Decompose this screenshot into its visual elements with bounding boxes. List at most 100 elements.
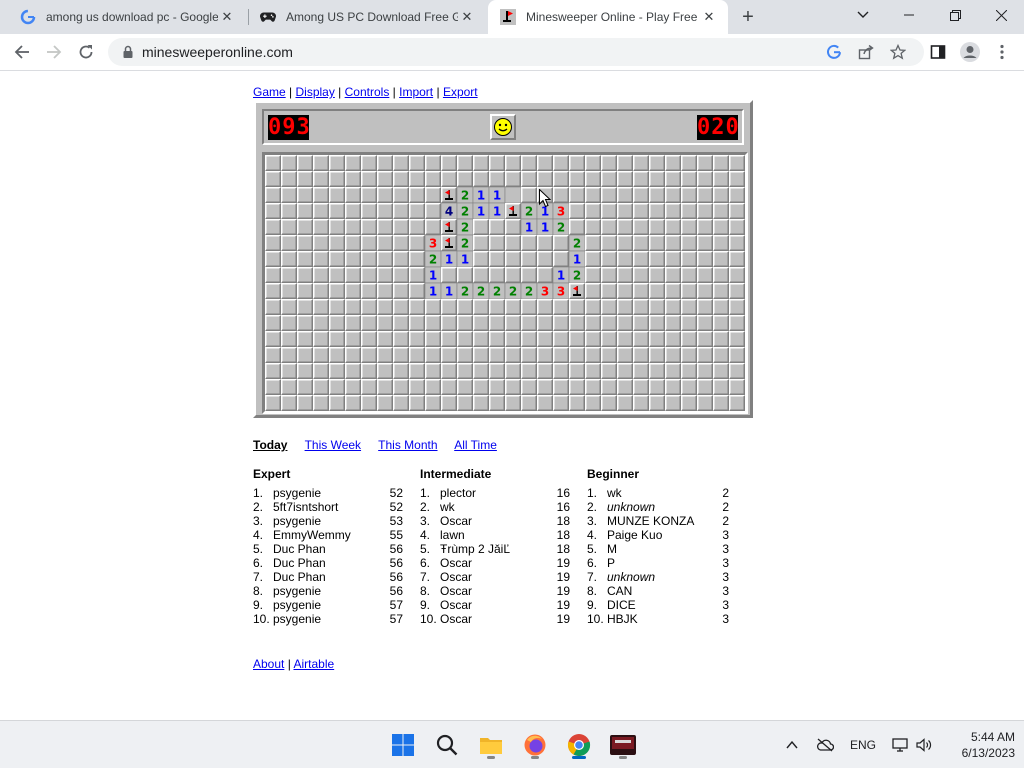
unrevealed-cell[interactable] — [505, 395, 521, 411]
unrevealed-cell[interactable] — [601, 267, 617, 283]
unrevealed-cell[interactable] — [585, 283, 601, 299]
unrevealed-cell[interactable] — [729, 363, 745, 379]
unrevealed-cell[interactable] — [345, 379, 361, 395]
unrevealed-cell[interactable] — [553, 395, 569, 411]
tab-minesweeper[interactable]: Minesweeper Online - Play Free Online ✕ — [488, 0, 728, 34]
unrevealed-cell[interactable] — [313, 283, 329, 299]
unrevealed-cell[interactable] — [601, 235, 617, 251]
google-translate-icon[interactable] — [826, 44, 842, 60]
unrevealed-cell[interactable] — [313, 203, 329, 219]
unrevealed-cell[interactable] — [521, 363, 537, 379]
start-button[interactable] — [387, 729, 419, 761]
unrevealed-cell[interactable] — [697, 171, 713, 187]
unrevealed-cell[interactable] — [681, 251, 697, 267]
revealed-cell[interactable]: 1 — [424, 282, 442, 300]
unrevealed-cell[interactable] — [345, 171, 361, 187]
unrevealed-cell[interactable] — [393, 171, 409, 187]
unrevealed-cell[interactable] — [713, 315, 729, 331]
unrevealed-cell[interactable] — [569, 171, 585, 187]
unrevealed-cell[interactable] — [649, 187, 665, 203]
revealed-cell[interactable]: 1 — [472, 186, 490, 204]
unrevealed-cell[interactable] — [489, 395, 505, 411]
unrevealed-cell[interactable] — [729, 395, 745, 411]
unrevealed-cell[interactable] — [441, 395, 457, 411]
unrevealed-cell[interactable] — [265, 235, 281, 251]
unrevealed-cell[interactable] — [409, 395, 425, 411]
unrevealed-cell[interactable] — [681, 299, 697, 315]
period-this-month[interactable]: This Month — [378, 438, 437, 452]
unrevealed-cell[interactable] — [729, 251, 745, 267]
restore-button[interactable] — [932, 0, 978, 30]
unrevealed-cell[interactable] — [665, 315, 681, 331]
unrevealed-cell[interactable] — [505, 331, 521, 347]
unrevealed-cell[interactable] — [633, 363, 649, 379]
unrevealed-cell[interactable] — [489, 267, 505, 283]
unrevealed-cell[interactable] — [361, 379, 377, 395]
unrevealed-cell[interactable] — [569, 395, 585, 411]
unrevealed-cell[interactable] — [553, 347, 569, 363]
unrevealed-cell[interactable] — [377, 171, 393, 187]
show-hidden-icons-button[interactable] — [786, 721, 798, 769]
unrevealed-cell[interactable] — [585, 171, 601, 187]
unrevealed-cell[interactable] — [665, 203, 681, 219]
unrevealed-cell[interactable] — [457, 379, 473, 395]
unrevealed-cell[interactable] — [537, 235, 553, 251]
unrevealed-cell[interactable] — [265, 299, 281, 315]
unrevealed-cell[interactable] — [377, 379, 393, 395]
unrevealed-cell[interactable] — [681, 331, 697, 347]
unrevealed-cell[interactable] — [473, 267, 489, 283]
unrevealed-cell[interactable] — [281, 299, 297, 315]
unrevealed-cell[interactable] — [681, 395, 697, 411]
unrevealed-cell[interactable] — [569, 299, 585, 315]
unrevealed-cell[interactable] — [377, 219, 393, 235]
unrevealed-cell[interactable] — [617, 251, 633, 267]
unrevealed-cell[interactable] — [329, 283, 345, 299]
unrevealed-cell[interactable] — [393, 347, 409, 363]
unrevealed-cell[interactable] — [313, 251, 329, 267]
revealed-cell[interactable]: 4 — [440, 202, 458, 220]
unrevealed-cell[interactable] — [697, 155, 713, 171]
revealed-cell[interactable]: 3 — [552, 282, 570, 300]
unrevealed-cell[interactable] — [329, 395, 345, 411]
unrevealed-cell[interactable] — [681, 347, 697, 363]
revealed-cell[interactable]: 1 — [472, 202, 490, 220]
unrevealed-cell[interactable] — [265, 267, 281, 283]
unrevealed-cell[interactable] — [649, 331, 665, 347]
unrevealed-cell[interactable] — [553, 251, 569, 267]
unrevealed-cell[interactable] — [377, 283, 393, 299]
unrevealed-cell[interactable] — [457, 171, 473, 187]
unrevealed-cell[interactable] — [329, 203, 345, 219]
unrevealed-cell[interactable] — [585, 187, 601, 203]
unrevealed-cell[interactable] — [617, 315, 633, 331]
unrevealed-cell[interactable] — [697, 315, 713, 331]
unrevealed-cell[interactable] — [473, 251, 489, 267]
unrevealed-cell[interactable] — [729, 347, 745, 363]
unrevealed-cell[interactable] — [649, 235, 665, 251]
unrevealed-cell[interactable] — [505, 219, 521, 235]
unrevealed-cell[interactable] — [713, 187, 729, 203]
revealed-cell[interactable]: 2 — [456, 202, 474, 220]
menu-display[interactable]: Display — [295, 85, 334, 99]
unrevealed-cell[interactable] — [313, 347, 329, 363]
revealed-cell[interactable]: 2 — [456, 218, 474, 236]
unrevealed-cell[interactable] — [441, 379, 457, 395]
firefox-button[interactable] — [519, 729, 551, 761]
unrevealed-cell[interactable] — [393, 315, 409, 331]
unrevealed-cell[interactable] — [457, 155, 473, 171]
unrevealed-cell[interactable] — [297, 155, 313, 171]
unrevealed-cell[interactable] — [585, 315, 601, 331]
revealed-cell[interactable]: 1 — [440, 250, 458, 268]
close-tab-icon[interactable]: ✕ — [218, 8, 236, 26]
unrevealed-cell[interactable] — [681, 155, 697, 171]
unrevealed-cell[interactable] — [281, 251, 297, 267]
unrevealed-cell[interactable] — [537, 299, 553, 315]
tab-search-button[interactable] — [840, 0, 886, 30]
unrevealed-cell[interactable] — [361, 283, 377, 299]
unrevealed-cell[interactable] — [521, 155, 537, 171]
mine-field-grid[interactable]: 2 1 14 2 1 1 2 1 32 1 1 23 2 22 1 1 11 1 21 1 2 2 2 2 2 3 3 — [265, 155, 745, 411]
unrevealed-cell[interactable] — [409, 283, 425, 299]
unrevealed-cell[interactable] — [409, 187, 425, 203]
revealed-cell[interactable]: 1 — [520, 218, 538, 236]
unrevealed-cell[interactable] — [729, 155, 745, 171]
unrevealed-cell[interactable] — [345, 347, 361, 363]
